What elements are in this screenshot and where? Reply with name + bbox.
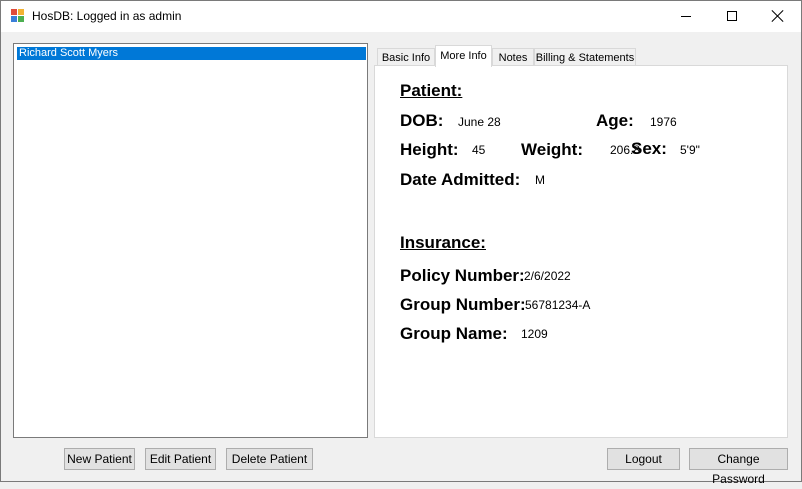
window-title: HosDB: Logged in as admin (32, 9, 182, 23)
date-admitted-label: Date Admitted: (400, 170, 521, 189)
group-name-value: 1209 (521, 327, 548, 341)
tab-billing-statements[interactable]: Billing & Statements (534, 48, 636, 66)
patient-list-item[interactable]: Richard Scott Myers (17, 47, 366, 60)
edit-patient-button[interactable]: Edit Patient (145, 448, 216, 470)
height-label: Height: (400, 140, 459, 159)
insurance-heading: Insurance: (400, 233, 486, 252)
group-number-value: 56781234-A (525, 298, 591, 312)
weight-label: Weight: (521, 140, 584, 159)
age-value: 1976 (650, 115, 677, 129)
maximize-icon (727, 11, 737, 21)
policy-number-label: Policy Number: (400, 266, 525, 285)
app-icon (11, 9, 25, 23)
sex-value: 5'9" (680, 143, 700, 157)
tab-more-info[interactable]: More Info (435, 45, 492, 67)
change-password-button[interactable]: Change Password (689, 448, 788, 486)
age-label: Age: (596, 111, 634, 130)
policy-number-value: 2/6/2022 (524, 269, 571, 283)
group-number-label: Group Number: (400, 295, 526, 314)
close-icon (772, 10, 784, 22)
sex-label: Sex: (631, 139, 667, 158)
maximize-button[interactable] (709, 1, 755, 32)
dob-value: June 28 (458, 115, 501, 129)
delete-patient-button[interactable]: Delete Patient (226, 448, 313, 470)
minimize-button[interactable] (663, 1, 709, 32)
group-name-label: Group Name: (400, 324, 508, 343)
patient-list[interactable]: Richard Scott Myers (13, 43, 368, 438)
tab-basic-info[interactable]: Basic Info (377, 48, 435, 66)
dob-label: DOB: (400, 111, 444, 130)
main-window: HosDB: Logged in as admin Richard Scott … (0, 0, 802, 486)
more-info-panel: Patient: DOB: June 28 Age: 1976 Height: … (374, 65, 788, 438)
logout-button[interactable]: Logout (607, 448, 680, 470)
new-patient-button[interactable]: New Patient (64, 448, 135, 470)
patient-heading: Patient: (400, 81, 463, 100)
title-bar[interactable]: HosDB: Logged in as admin (1, 1, 801, 32)
tab-notes[interactable]: Notes (492, 48, 534, 66)
date-admitted-value: M (535, 173, 545, 187)
height-value: 45 (472, 143, 486, 157)
minimize-icon (681, 16, 691, 17)
close-button[interactable] (755, 1, 801, 32)
